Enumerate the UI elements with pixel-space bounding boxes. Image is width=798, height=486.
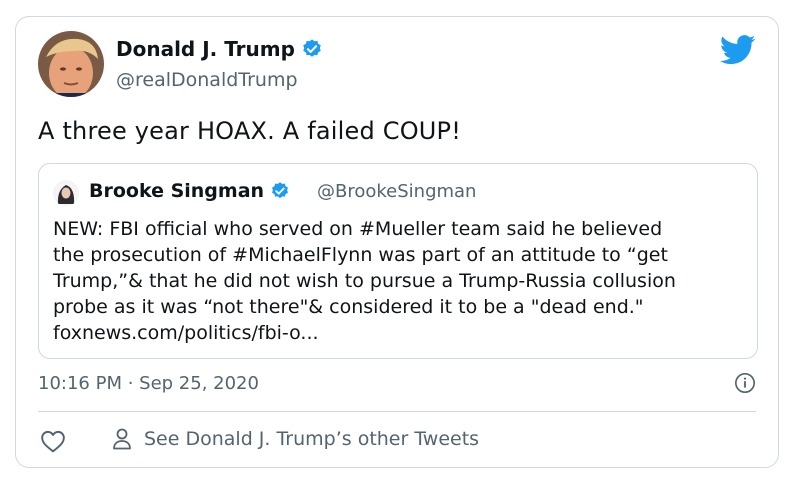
heart-icon[interactable]	[40, 429, 66, 453]
tweet-text: A three year HOAX. A failed COUP!	[38, 117, 462, 145]
quoted-tweet-text: NEW: FBI official who served on #Mueller…	[53, 216, 753, 346]
quoted-author-handle[interactable]: @BrookeSingman	[317, 181, 476, 202]
verified-badge-icon	[303, 39, 321, 57]
author-avatar[interactable]	[38, 31, 104, 97]
quoted-text-line: the prosecution of #MichaelFlynn was par…	[53, 244, 668, 266]
quoted-text-line: Trump,”& that he did not wish to pursue …	[53, 270, 676, 292]
quoted-text-line: NEW: FBI official who served on #Mueller…	[53, 218, 663, 240]
tweet-timestamp[interactable]: 10:16 PM · Sep 25, 2020	[38, 373, 259, 394]
other-tweets-label[interactable]: See Donald J. Trump’s other Tweets	[144, 428, 479, 450]
quoted-link[interactable]: foxnews.com/politics/fbi-o...	[53, 320, 753, 346]
quoted-tweet[interactable]: Brooke Singman @BrookeSingman NEW: FBI o…	[38, 163, 758, 359]
twitter-bird-icon[interactable]	[720, 35, 756, 65]
quoted-author-avatar[interactable]	[53, 180, 79, 206]
other-tweets-link[interactable]: See Donald J. Trump’s other Tweets	[112, 427, 479, 451]
quoted-author-name[interactable]: Brooke Singman	[89, 180, 264, 202]
quoted-text-line: probe as it was “not there"& considered …	[53, 296, 644, 318]
quoted-author-name-row[interactable]: Brooke Singman	[89, 180, 290, 202]
author-handle[interactable]: @realDonaldTrump	[116, 69, 298, 91]
info-icon[interactable]	[734, 372, 756, 394]
author-name-row[interactable]: Donald J. Trump	[116, 37, 323, 61]
verified-badge-icon	[272, 182, 288, 199]
person-icon	[113, 428, 131, 450]
author-name[interactable]: Donald J. Trump	[116, 37, 295, 61]
tweet-card[interactable]: Donald J. Trump @realDonaldTrump A three…	[15, 16, 779, 468]
divider	[38, 411, 756, 412]
